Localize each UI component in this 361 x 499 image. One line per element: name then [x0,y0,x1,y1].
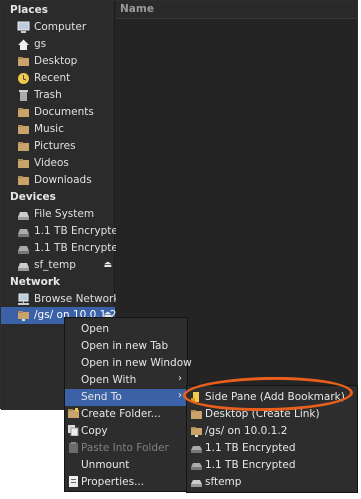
sidebar-item-music[interactable]: Music [1,121,115,138]
menu-item-open-new-tab[interactable]: Open in new Tab [65,338,187,355]
menu-item-label: sftemp [205,476,242,488]
menu-item-label: Open in new Window [81,357,192,369]
sidebar-item-file-system[interactable]: File System [1,206,115,223]
sidebar-item-encrypted-2[interactable]: 1.1 TB Encrypted [1,240,125,257]
menu-item-label: Unmount [81,459,130,471]
menu-item-label: /gs/ on 10.0.1.2 [205,425,288,437]
drive-icon [191,443,202,454]
folder-icon [17,157,30,170]
sidebar-item-browse-network[interactable]: Browse Network [1,291,119,308]
sidebar-item-label: Music [34,123,64,135]
desktop-folder-icon [191,409,202,420]
column-header-label: Name [120,3,154,15]
desktop-folder-icon [17,55,30,68]
devices-heading: Devices [10,191,56,203]
menu-item-label: Paste Into Folder [81,442,169,454]
new-folder-icon [68,408,79,419]
network-heading: Network [10,276,61,288]
sidebar-item-label: Trash [34,89,62,101]
sidebar-item-label: Documents [34,106,94,118]
drive-icon [191,477,202,488]
sidebar-item-computer[interactable]: Computer [1,19,115,36]
sidebar-item-label: File System [34,208,95,220]
sidebar-item-videos[interactable]: Videos [1,155,115,172]
drive-icon [17,242,30,255]
sidebar-item-label: Pictures [34,140,76,152]
drive-icon [17,225,30,238]
properties-icon [68,476,79,487]
sidebar-item-pictures[interactable]: Pictures [1,138,115,155]
paste-icon [68,442,79,453]
menu-item-label: Copy [81,425,108,437]
menu-item-create-folder[interactable]: Create Folder... [65,406,187,423]
network-icon [17,293,30,306]
copy-icon [68,425,79,437]
drive-icon [17,208,30,221]
sidebar-item-label: Videos [34,157,69,169]
menu-item-label: Open in new Tab [81,340,169,352]
menu-item-label: Create Folder... [81,408,161,420]
send-to-gs-network[interactable]: /gs/ on 10.0.1.2 [187,423,357,440]
folder-icon [17,174,30,187]
context-menu: Open Open in new Tab Open in new Window … [64,317,192,492]
send-to-encrypted-1[interactable]: 1.1 TB Encrypted [187,440,357,457]
computer-icon [17,21,30,34]
sidebar-item-trash[interactable]: Trash [1,87,115,104]
folder-icon [17,140,30,153]
home-icon [17,38,30,51]
sidebar-item-documents[interactable]: Documents [1,104,115,121]
drive-icon [191,460,202,471]
menu-item-copy[interactable]: Copy [65,423,187,440]
sidebar-item-label: 1.1 TB Encrypted [34,225,125,237]
sidebar-item-label: Desktop [34,55,78,67]
folder-icon [17,106,30,119]
sidebar-item-gs[interactable]: gs [1,36,115,53]
menu-item-label: Properties... [81,476,145,488]
eject-icon[interactable]: ⏏ [103,260,112,270]
send-to-sftemp[interactable]: sftemp [187,474,357,491]
places-heading: Places [10,4,48,16]
folder-icon [17,123,30,136]
sidebar-item-label: Downloads [34,174,92,186]
menu-item-properties[interactable]: Properties... [65,474,187,491]
menu-item-label: Open With [81,374,137,386]
sidebar-item-label: sf_temp [34,259,76,271]
chevron-right-icon: › [178,373,182,384]
sidebar-item-label: Computer [34,21,87,33]
menu-item-label: 1.1 TB Encrypted [205,459,296,471]
sidebar-item-encrypted-1[interactable]: 1.1 TB Encrypted [1,223,125,240]
sidebar-item-label: gs [34,38,47,50]
sidebar-item-downloads[interactable]: Downloads [1,172,115,189]
menu-item-label: Open [81,323,110,335]
menu-item-open-new-window[interactable]: Open in new Window [65,355,192,372]
network-folder-icon [191,426,202,437]
menu-item-unmount[interactable]: Unmount [65,457,187,474]
chevron-right-icon: › [178,390,182,401]
network-folder-icon [17,309,30,322]
sidebar-item-label: Recent [34,72,71,84]
menu-item-label: Send To [81,391,122,403]
recent-icon [17,72,30,85]
menu-item-paste-into-folder: Paste Into Folder [65,440,187,457]
send-to-encrypted-2[interactable]: 1.1 TB Encrypted [187,457,357,474]
sidebar-item-recent[interactable]: Recent [1,70,115,87]
menu-item-label: 1.1 TB Encrypted [205,442,296,454]
sidebar-item-label: 1.1 TB Encrypted [34,242,125,254]
sidebar-item-desktop[interactable]: Desktop [1,53,115,70]
menu-item-open-with[interactable]: Open With › [65,372,187,389]
sidebar-item-sf-temp[interactable]: sf_temp ⏏ [1,257,115,274]
name-column-header[interactable]: Name [116,1,357,19]
menu-item-open[interactable]: Open [65,321,187,338]
drive-icon [17,259,30,272]
sidebar-item-label: Browse Network [34,293,120,305]
trash-icon [17,89,30,102]
menu-item-send-to[interactable]: Send To › [65,389,187,406]
